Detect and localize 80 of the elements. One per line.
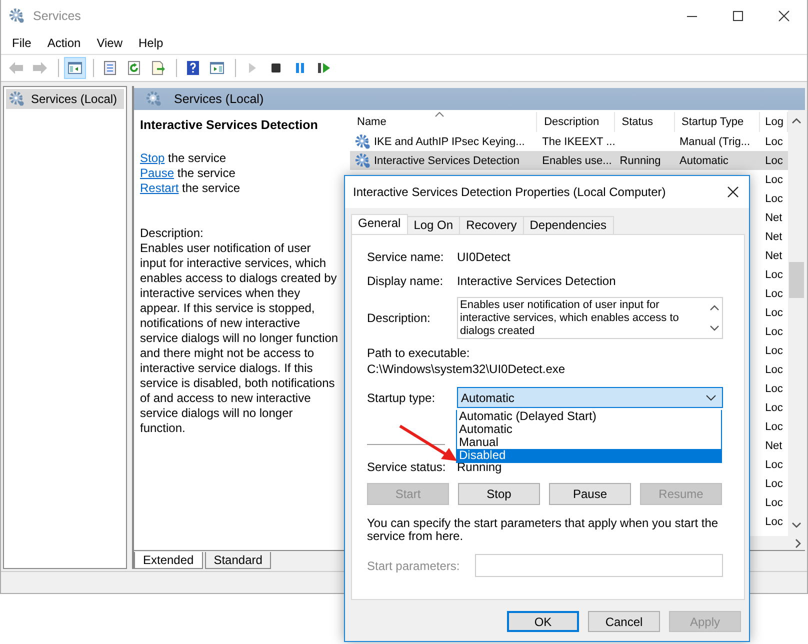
- dialog-tab[interactable]: Dependencies: [522, 216, 614, 234]
- gear-icon: [355, 134, 371, 150]
- scroll-down-icon[interactable]: [792, 522, 801, 528]
- table-cell: Loc: [765, 154, 783, 166]
- table-cell: Loc: [765, 174, 783, 186]
- menu-item[interactable]: Help: [132, 34, 170, 52]
- description-box[interactable]: Enables user notification of user input for interactive services, which enables access to dialogs created: [457, 297, 723, 339]
- description-text: Enables user notification of user input for interactive services, which enables access to dialogs created by interactive services when they appear. If this service is stopped, notifications of new interactive service dialogs will no longer function and there might not be access to interactive service dialogs. If this service is disabled, both notifications of and access to new interactive service dialogs will no longer function.: [140, 241, 338, 435]
- field-label: Service name:: [367, 250, 445, 264]
- window-title: Services: [33, 9, 81, 23]
- gear-icon: [355, 152, 371, 168]
- scroll-up-icon[interactable]: [792, 118, 801, 124]
- table-cell: Loc: [765, 136, 783, 148]
- dialog-tab[interactable]: General: [351, 214, 408, 234]
- action-link[interactable]: Restart: [140, 181, 179, 195]
- gear-icon: [146, 91, 162, 107]
- path-value: C:\Windows\system32\UI0Detect.exe: [367, 361, 566, 377]
- dialog-tab[interactable]: Log On: [406, 216, 460, 234]
- field-label: Description:: [367, 311, 432, 325]
- column-header[interactable]: Status: [622, 116, 653, 128]
- gear-icon: [9, 91, 25, 107]
- column-header[interactable]: Log: [765, 116, 784, 128]
- dropdown-option[interactable]: Automatic (Delayed Start): [457, 410, 721, 423]
- column-header[interactable]: Startup Type: [682, 116, 744, 128]
- table-cell: Loc: [765, 478, 783, 490]
- dialog-title: Interactive Services Detection Properties (Local Computer): [353, 185, 666, 199]
- action-line: Pause the service: [140, 166, 236, 181]
- annotation-arrow: [399, 424, 457, 461]
- close-icon[interactable]: [778, 10, 790, 22]
- action-link[interactable]: Pause: [140, 166, 174, 180]
- list-row[interactable]: Interactive Services Detection Enables use... Running Automatic Loc: [350, 151, 788, 170]
- parameters-note: You can specify the start parameters that apply when you start the service from here.: [367, 517, 720, 543]
- action-link[interactable]: Stop: [140, 151, 165, 165]
- menu-item[interactable]: File: [6, 34, 38, 52]
- view-tab[interactable]: Standard: [204, 552, 272, 569]
- scroll-right-icon[interactable]: [795, 538, 801, 548]
- list-row[interactable]: IKE and AuthIP IPsec Keying... The IKEEXT ... Manual (Trig... Loc: [350, 132, 788, 151]
- action-line: Restart the service: [140, 181, 242, 196]
- field-value: UI0Detect: [457, 250, 510, 264]
- scroll-thumb[interactable]: [789, 262, 804, 298]
- menu-item[interactable]: Action: [41, 34, 87, 52]
- table-cell: Automatic: [680, 154, 728, 166]
- view-tab[interactable]: Extended: [134, 552, 203, 569]
- dialog-tab[interactable]: Recovery: [459, 216, 524, 234]
- path-label: Path to executable:: [367, 345, 471, 361]
- table-cell: Net: [765, 230, 782, 242]
- service-title: Interactive Services Detection: [140, 118, 319, 133]
- field-label: Start parameters:: [367, 558, 461, 572]
- service-button[interactable]: Stop: [458, 483, 540, 505]
- field-value: Interactive Services Detection: [457, 274, 616, 288]
- service-button[interactable]: Pause: [549, 483, 631, 505]
- dialog-button[interactable]: Cancel: [588, 611, 660, 632]
- service-name: IKE and AuthIP IPsec Keying...: [374, 136, 525, 148]
- field-label: Startup type:: [367, 390, 436, 404]
- column-header[interactable]: Name: [357, 116, 386, 128]
- menu-item[interactable]: View: [90, 34, 128, 52]
- dropdown-option[interactable]: Disabled: [457, 449, 721, 462]
- description-label: Description:: [140, 226, 204, 241]
- dropdown-option[interactable]: Manual: [457, 436, 721, 449]
- table-cell: The IKEEXT ...: [542, 136, 615, 148]
- close-icon[interactable]: [727, 186, 739, 198]
- services-app-icon: [9, 8, 25, 24]
- table-cell: Loc: [765, 288, 783, 300]
- pane-title: Services (Local): [174, 92, 264, 106]
- field-label: Display name:: [367, 274, 444, 288]
- maximize-icon[interactable]: [732, 10, 744, 22]
- dropdown-option[interactable]: Automatic: [457, 423, 721, 436]
- table-cell: Manual (Trig...: [680, 136, 750, 148]
- dialog-button[interactable]: OK: [507, 611, 579, 632]
- startup-type-dropdown[interactable]: Automatic: [457, 387, 723, 408]
- table-cell: Running: [620, 154, 661, 166]
- tree-item[interactable]: Services (Local): [6, 89, 124, 109]
- chevron-down-icon: [706, 394, 716, 400]
- field-label: Service status:: [367, 460, 447, 474]
- action-line: Stop the service: [140, 151, 228, 166]
- input-field[interactable]: [475, 554, 723, 577]
- column-header[interactable]: Description: [544, 116, 600, 128]
- table-cell: Enables use...: [542, 154, 612, 166]
- service-name: Interactive Services Detection: [374, 154, 520, 166]
- field-value: Running: [457, 460, 502, 474]
